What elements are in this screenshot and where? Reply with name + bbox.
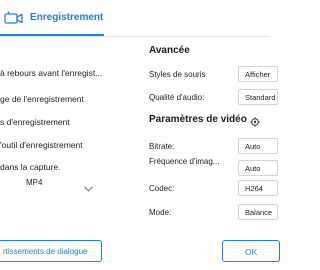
gear-icon[interactable] bbox=[250, 114, 260, 127]
label-codec: Codec: bbox=[149, 184, 175, 193]
video-camera-icon bbox=[4, 11, 26, 25]
dialog-warnings-button[interactable]: rtissements de dialogue bbox=[0, 240, 102, 262]
section-title-advanced: Avancée bbox=[149, 45, 190, 56]
tab-underline bbox=[0, 34, 104, 36]
tab-recording[interactable]: Enregistrement bbox=[0, 0, 104, 36]
mouse-style-select[interactable]: Afficher bbox=[238, 66, 278, 82]
section-title-video: Paramètres de vidéo bbox=[149, 114, 247, 125]
ok-label: OK bbox=[245, 247, 258, 257]
option-recording-settings[interactable]: s d'enregistrement bbox=[0, 117, 70, 127]
option-recording-area[interactable]: ge de l'enregistrement bbox=[0, 94, 84, 104]
option-recording-toolbar[interactable]: 'outil d'enregistrement bbox=[0, 140, 83, 150]
label-mouse-style: Styles de souris bbox=[149, 70, 206, 79]
label-mode: Mode: bbox=[149, 208, 172, 217]
codec-select[interactable]: H264 bbox=[238, 180, 278, 196]
label-bitrate: Bitrate: bbox=[149, 142, 175, 151]
chevron-down-icon bbox=[84, 179, 93, 192]
label-frame-rate: Fréquence d'imag... bbox=[149, 157, 220, 166]
dialog-warnings-label: rtissements de dialogue bbox=[3, 247, 88, 256]
option-capture[interactable]: dans la capture. bbox=[0, 162, 60, 172]
tab-bar: Enregistrement bbox=[0, 0, 270, 37]
mode-select[interactable]: Balance bbox=[238, 204, 278, 220]
format-select[interactable]: MP4 bbox=[14, 174, 100, 192]
audio-quality-select[interactable]: Standard bbox=[238, 89, 278, 105]
tab-label: Enregistrement bbox=[30, 12, 104, 23]
option-countdown[interactable]: à rebours avant l'enregist... bbox=[0, 68, 102, 78]
ok-button[interactable]: OK bbox=[222, 240, 280, 262]
bitrate-select[interactable]: Auto bbox=[238, 138, 278, 154]
format-value: MP4 bbox=[26, 178, 43, 187]
label-audio-quality: Qualité d'audio: bbox=[149, 93, 205, 102]
frame-rate-select[interactable]: Auto bbox=[238, 160, 278, 176]
